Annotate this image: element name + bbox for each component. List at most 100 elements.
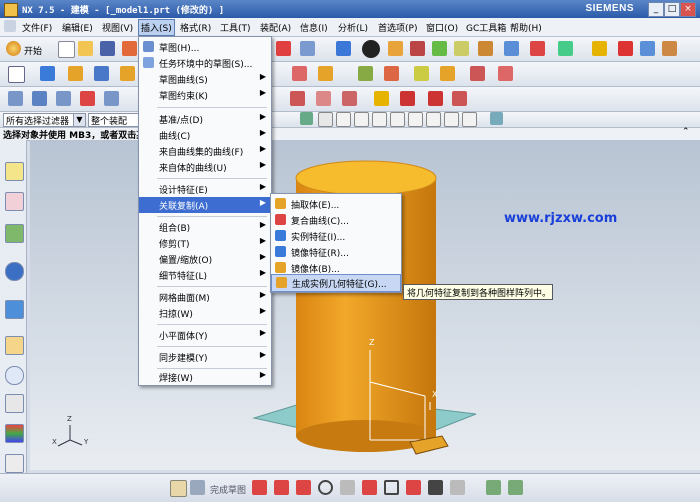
insert-synchronous-modeling-item[interactable]: 同步建模(Y) ▶ bbox=[139, 349, 271, 365]
snap-quadrant-icon[interactable] bbox=[390, 112, 405, 127]
menu-info[interactable]: 信息(I) bbox=[300, 21, 328, 34]
sweep-icon[interactable] bbox=[56, 91, 71, 106]
insert-sketch-constraint-item[interactable]: 草图约束(K) ▶ bbox=[139, 87, 271, 103]
insert-sketch-item[interactable]: 草图(H)... bbox=[139, 39, 271, 55]
through-curves-icon[interactable] bbox=[32, 91, 47, 106]
grid-icon[interactable] bbox=[504, 41, 519, 56]
prompt-expand-icon[interactable]: ⌃ bbox=[682, 127, 690, 137]
menu-insert[interactable]: 插入(S) bbox=[138, 19, 175, 36]
insert-trim-item[interactable]: 修剪(T) ▶ bbox=[139, 235, 271, 251]
menu-assembly[interactable]: 装配(A) bbox=[260, 21, 291, 34]
sew-icon[interactable] bbox=[290, 91, 305, 106]
circle-icon[interactable] bbox=[318, 480, 333, 495]
insert-task-sketch-item[interactable]: 任务环境中的草图(S)... bbox=[139, 55, 271, 71]
menu-edit[interactable]: 编辑(E) bbox=[62, 21, 93, 34]
constraint-navigator-icon[interactable] bbox=[5, 192, 24, 211]
system-materials-icon[interactable] bbox=[5, 394, 24, 413]
close-button[interactable]: × bbox=[680, 2, 696, 17]
render-style-icon[interactable] bbox=[362, 40, 380, 58]
boss-icon[interactable] bbox=[120, 66, 135, 81]
roles-icon[interactable] bbox=[5, 454, 24, 473]
chamfer-icon[interactable] bbox=[318, 66, 333, 81]
insert-weld-item[interactable]: 焊接(W) ▶ bbox=[139, 369, 271, 385]
menu-view[interactable]: 视图(V) bbox=[102, 21, 133, 34]
insert-sweep-item[interactable]: 扫掠(W) ▶ bbox=[139, 305, 271, 321]
insert-mesh-surface-item[interactable]: 网格曲面(M) ▶ bbox=[139, 289, 271, 305]
sketch-name-icon[interactable] bbox=[190, 480, 205, 495]
view-orient-icon[interactable] bbox=[388, 41, 403, 56]
mirror-feature-item[interactable]: 镜像特征(R)... bbox=[271, 244, 401, 260]
minimize-button[interactable]: _ bbox=[648, 2, 664, 17]
trim-body-icon[interactable] bbox=[384, 66, 399, 81]
menu-help[interactable]: 帮助(H) bbox=[510, 21, 542, 34]
snap-point-icon[interactable] bbox=[408, 112, 423, 127]
menu-file[interactable]: 文件(F) bbox=[22, 21, 52, 34]
rectangle-icon[interactable] bbox=[384, 480, 399, 495]
polygon-icon[interactable] bbox=[406, 480, 421, 495]
offset-icon[interactable] bbox=[450, 480, 465, 495]
hole-icon[interactable] bbox=[94, 66, 109, 81]
insert-combine-item[interactable]: 组合(B) ▶ bbox=[139, 219, 271, 235]
arc-tool-icon[interactable] bbox=[296, 480, 311, 495]
assembly-navigator-icon[interactable] bbox=[5, 162, 24, 181]
sketch-icon[interactable] bbox=[8, 66, 25, 83]
extract-icon[interactable] bbox=[316, 91, 331, 106]
snap-center-icon[interactable] bbox=[372, 112, 387, 127]
menu-format[interactable]: 格式(R) bbox=[180, 21, 211, 34]
save-icon[interactable] bbox=[100, 41, 115, 56]
insert-design-feature-item[interactable]: 设计特征(E) ▶ bbox=[139, 181, 271, 197]
extract-body-item[interactable]: 抽取体(E)... bbox=[271, 196, 401, 212]
insert-curve-from-body-item[interactable]: 来自体的曲线(U) ▶ bbox=[139, 159, 271, 175]
fillet-icon[interactable] bbox=[340, 480, 355, 495]
spline-icon[interactable] bbox=[428, 91, 443, 106]
line-icon[interactable] bbox=[274, 480, 289, 495]
snap-intersect-icon[interactable] bbox=[354, 112, 369, 127]
help-icon[interactable] bbox=[640, 41, 655, 56]
snap-control-icon[interactable] bbox=[336, 112, 351, 127]
offset-surface-icon[interactable] bbox=[104, 91, 119, 106]
insert-curve-from-curves-item[interactable]: 来自曲线集的曲线(F) ▶ bbox=[139, 143, 271, 159]
menu-analysis[interactable]: 分析(L) bbox=[338, 21, 368, 34]
view-icon[interactable] bbox=[410, 41, 425, 56]
edge-blend-icon[interactable] bbox=[292, 66, 307, 81]
palette-icon[interactable] bbox=[5, 424, 24, 443]
type-filter-dropdown[interactable]: 所有选择过滤器 bbox=[3, 113, 75, 127]
maximize-button[interactable]: □ bbox=[664, 2, 680, 17]
scope-dropdown[interactable]: 整个装配 bbox=[88, 113, 140, 127]
insert-offset-scale-item[interactable]: 偏置/缩放(O) ▶ bbox=[139, 251, 271, 267]
bounded-plane-icon[interactable] bbox=[80, 91, 95, 106]
history-icon[interactable] bbox=[5, 300, 24, 319]
intersect-icon[interactable] bbox=[470, 66, 485, 81]
revolve-icon[interactable] bbox=[68, 66, 83, 81]
patch-icon[interactable] bbox=[342, 91, 357, 106]
info-icon[interactable] bbox=[618, 41, 633, 56]
snap-icon[interactable] bbox=[530, 41, 545, 56]
analysis-icon[interactable] bbox=[558, 41, 573, 56]
menu-window[interactable]: 窗口(O) bbox=[426, 21, 458, 34]
snap-tangent-icon[interactable] bbox=[426, 112, 441, 127]
composite-curve-item[interactable]: 复合曲线(C)... bbox=[271, 212, 401, 228]
snap-mid-icon[interactable] bbox=[318, 112, 333, 127]
wcs-icon[interactable] bbox=[478, 41, 493, 56]
snap-perpendicular-icon[interactable] bbox=[462, 112, 477, 127]
part-navigator-icon[interactable] bbox=[5, 224, 24, 243]
point-icon[interactable] bbox=[428, 480, 443, 495]
offset-curve-icon[interactable] bbox=[452, 91, 467, 106]
open-folder-icon[interactable] bbox=[78, 41, 93, 56]
insert-facet-body-item[interactable]: 小平面体(Y) ▶ bbox=[139, 327, 271, 343]
finish-sketch-icon[interactable] bbox=[170, 480, 187, 497]
settings-icon[interactable] bbox=[662, 41, 677, 56]
unite-icon[interactable] bbox=[414, 66, 429, 81]
finish-sketch-label[interactable]: 完成草图 bbox=[210, 483, 246, 496]
curve-icon[interactable] bbox=[374, 91, 389, 106]
graphics-window[interactable]: Z X Z Y X www.rjzxw.com bbox=[30, 140, 700, 470]
instance-feature-item[interactable]: 实例特征(I)... bbox=[271, 228, 401, 244]
snap-bounded-icon[interactable] bbox=[490, 112, 503, 125]
start-icon[interactable] bbox=[6, 41, 21, 56]
insert-associative-copy-item[interactable]: 关联复制(A) ▶ bbox=[139, 197, 271, 213]
type-filter-arrow-icon[interactable]: ▼ bbox=[73, 113, 86, 127]
menu-preferences[interactable]: 首选项(P) bbox=[378, 21, 417, 34]
surface-icon[interactable] bbox=[8, 91, 23, 106]
quick-trim-icon[interactable] bbox=[486, 480, 501, 495]
new-file-icon[interactable] bbox=[58, 41, 75, 58]
